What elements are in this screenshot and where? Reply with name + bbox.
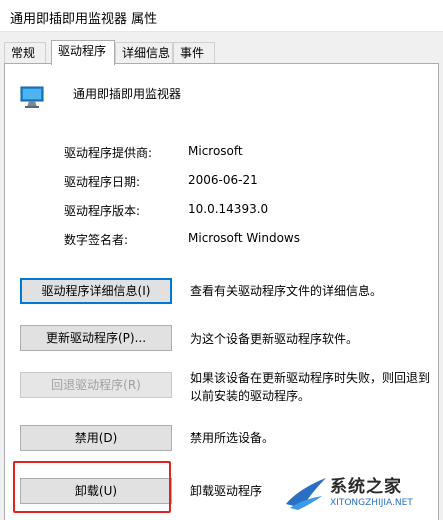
- date-label: 驱动程序日期:: [64, 175, 141, 189]
- driver-details-button[interactable]: 驱动程序详细信息(I): [20, 278, 172, 304]
- version-value: 10.0.14393.0: [188, 202, 269, 216]
- watermark-text: 系统之家: [330, 477, 402, 497]
- roll-back-driver-button[interactable]: 回退驱动程序(R): [20, 372, 172, 398]
- window-title: 通用即插即用监视器 属性: [10, 12, 158, 27]
- device-name: 通用即插即用监视器: [73, 87, 182, 101]
- update-driver-button[interactable]: 更新驱动程序(P)...: [20, 325, 172, 351]
- provider-value: Microsoft: [188, 144, 243, 158]
- uninstall-highlight-box: [13, 461, 171, 513]
- signer-value: Microsoft Windows: [188, 231, 300, 245]
- update-driver-description: 为这个设备更新驱动程序软件。: [190, 332, 359, 346]
- monitor-icon: [20, 86, 44, 108]
- disable-device-description: 禁用所选设备。: [190, 431, 275, 445]
- roll-back-driver-description: 如果该设备在更新驱动程序时失败，则回退到以前安装的驱动程序。: [190, 371, 431, 403]
- title-bar: 通用即插即用监视器 属性: [0, 0, 443, 32]
- disable-device-button[interactable]: 禁用(D): [20, 425, 172, 451]
- tab-events[interactable]: 事件: [173, 42, 215, 64]
- provider-label: 驱动程序提供商:: [64, 146, 153, 160]
- watermark: 系统之家 XITONGZHIJIA.NET: [280, 466, 443, 520]
- signer-label: 数字签名者:: [64, 233, 129, 247]
- tab-general[interactable]: 常规: [4, 42, 46, 64]
- version-label: 驱动程序版本:: [64, 204, 141, 218]
- watermark-url: XITONGZHIJIA.NET: [330, 498, 413, 508]
- driver-details-description: 查看有关驱动程序文件的详细信息。: [190, 284, 383, 298]
- tab-details[interactable]: 详细信息: [115, 42, 173, 64]
- date-value: 2006-06-21: [188, 173, 258, 187]
- tab-driver[interactable]: 驱动程序: [51, 40, 115, 65]
- site-logo-icon: [286, 478, 326, 510]
